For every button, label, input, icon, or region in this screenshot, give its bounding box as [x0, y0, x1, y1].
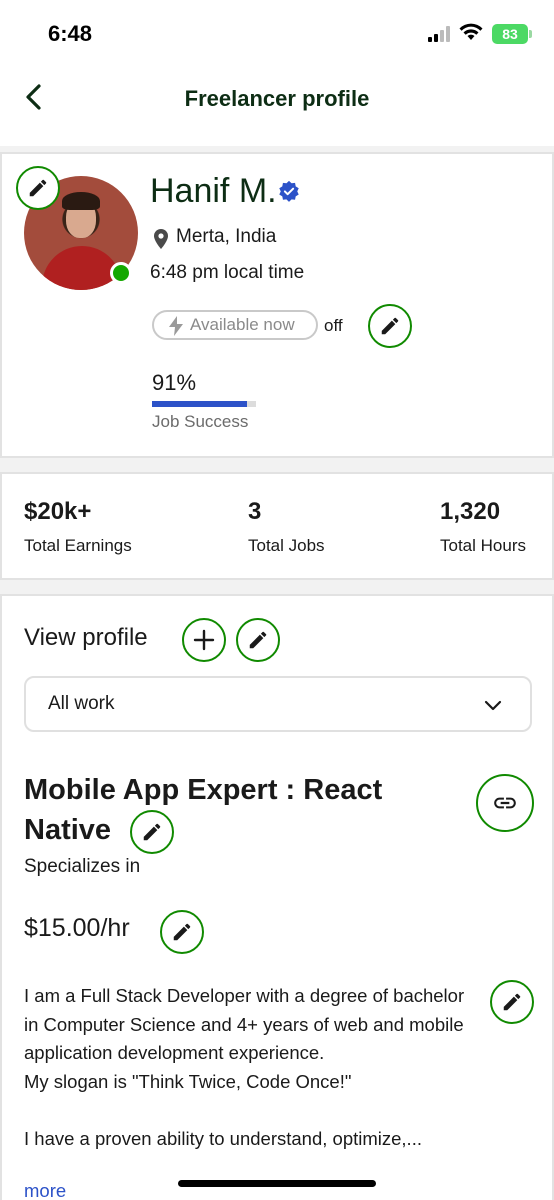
hourly-rate: $15.00/hr: [24, 914, 130, 942]
stat-label: Total Hours: [440, 536, 526, 555]
job-success-label: Job Success: [152, 412, 249, 431]
pencil-icon: [173, 923, 191, 941]
stat-label: Total Earnings: [24, 536, 132, 555]
edit-bio-button[interactable]: [490, 980, 534, 1024]
job-title: Mobile App Expert : React Native: [24, 770, 444, 850]
stat-total-jobs: 3 Total Jobs: [248, 498, 325, 556]
job-title-text: Mobile App Expert : React Native: [24, 774, 383, 846]
pencil-icon: [381, 317, 399, 335]
plus-icon: [193, 629, 215, 651]
profile-name: Hanif M.: [150, 172, 277, 210]
specializes-label: Specializes in: [24, 856, 141, 877]
online-status-dot: [110, 262, 132, 284]
page-title: Freelancer profile: [184, 86, 370, 111]
job-success-bar: [152, 401, 256, 407]
stat-total-earnings: $20k+ Total Earnings: [24, 498, 132, 556]
more-link[interactable]: more: [24, 1180, 66, 1200]
verified-badge-icon: [279, 180, 299, 202]
pencil-icon: [503, 993, 521, 1011]
status-time: 6:48: [48, 21, 93, 46]
view-profile-card: View profile All work Mobile App Expert …: [0, 594, 554, 1200]
stats-card: $20k+ Total Earnings 3 Total Jobs 1,320 …: [0, 472, 554, 580]
profile-bio: I am a Full Stack Developer with a degre…: [24, 985, 465, 1149]
stat-value: 1,320: [440, 498, 501, 525]
edit-job-title-button[interactable]: [130, 810, 174, 854]
job-success-bar-fill: [152, 401, 247, 407]
availability-label: Available now: [190, 315, 295, 334]
lightning-icon: [169, 316, 183, 336]
profile-local-time: 6:48 pm local time: [150, 262, 305, 283]
link-icon: [494, 797, 516, 809]
home-indicator[interactable]: [178, 1180, 376, 1187]
pencil-icon: [143, 823, 161, 841]
availability-state: off: [324, 316, 343, 335]
cellular-signal-icon: [428, 26, 450, 42]
location-pin-icon: [154, 229, 168, 249]
battery-tip: [529, 30, 532, 38]
stat-total-hours: 1,320 Total Hours: [440, 498, 526, 556]
stat-value: $20k+: [24, 498, 92, 525]
nav-bar: Freelancer profile: [0, 70, 554, 146]
work-filter-value: All work: [48, 693, 115, 714]
share-link-button[interactable]: [476, 774, 534, 832]
edit-availability-button[interactable]: [368, 304, 412, 348]
profile-location: Merta, India: [176, 226, 277, 247]
pencil-icon: [249, 631, 267, 649]
chevron-down-icon: [484, 700, 502, 711]
pencil-icon: [29, 179, 47, 197]
edit-rate-button[interactable]: [160, 910, 204, 954]
stat-label: Total Jobs: [248, 536, 325, 555]
stat-value: 3: [248, 498, 262, 525]
job-success-value: 91%: [152, 370, 197, 395]
availability-toggle[interactable]: Available now: [152, 310, 318, 340]
view-profile-title: View profile: [24, 624, 148, 651]
wifi-icon: [459, 23, 483, 40]
profile-header-card: Hanif M. Merta, India 6:48 pm local time…: [0, 152, 554, 458]
add-profile-button[interactable]: [182, 618, 226, 662]
battery-icon: 83: [492, 24, 528, 44]
edit-profile-button[interactable]: [236, 618, 280, 662]
work-filter-select[interactable]: All work: [24, 676, 532, 732]
status-bar: 6:48 83: [0, 0, 554, 70]
edit-photo-button[interactable]: [16, 166, 60, 210]
